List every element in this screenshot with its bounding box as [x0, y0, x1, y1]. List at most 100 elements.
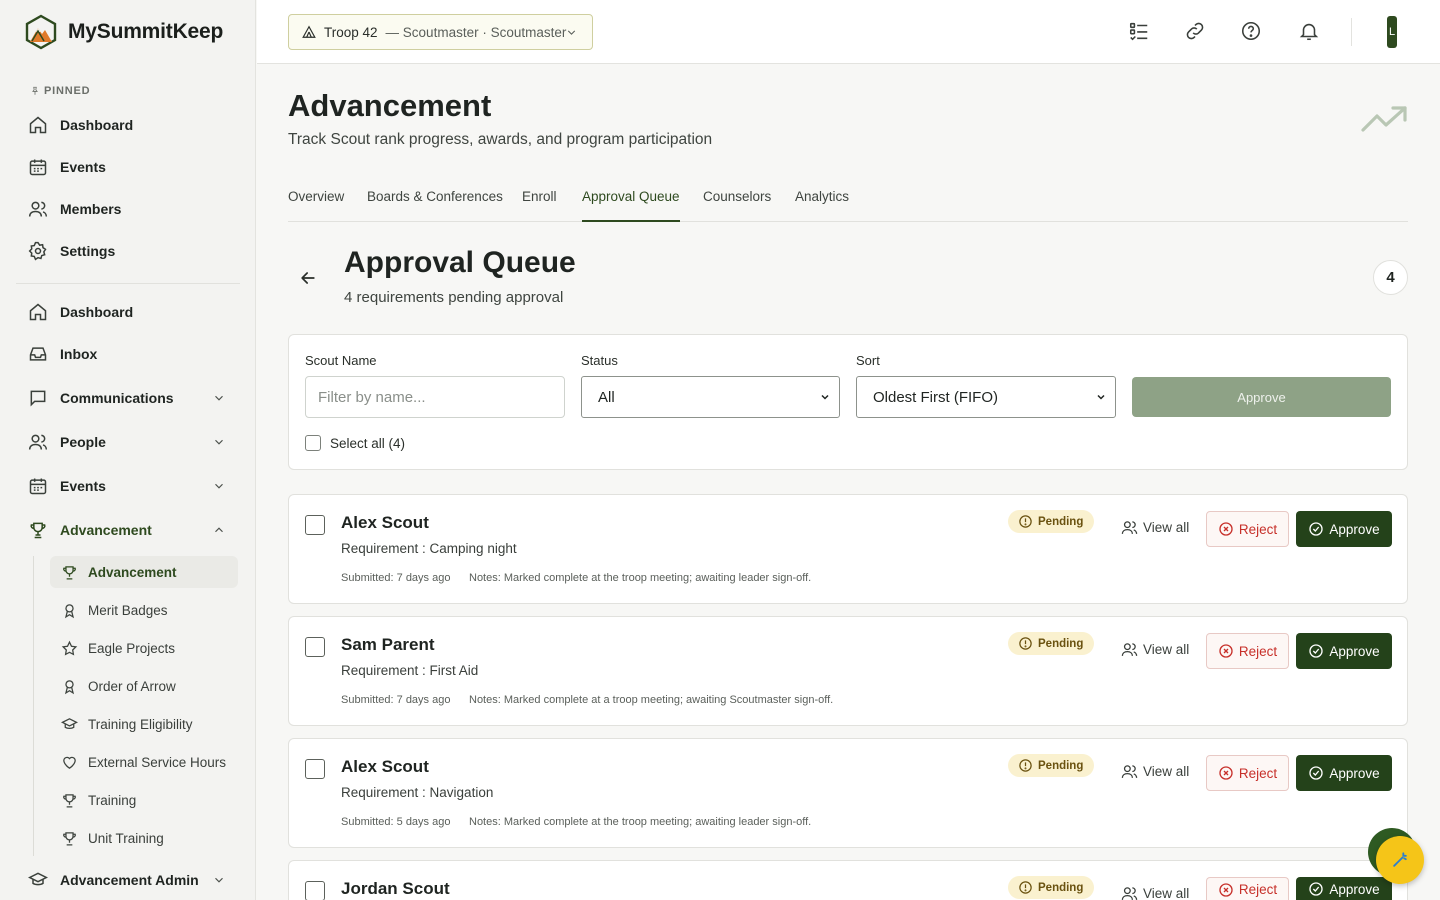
feedback-fab-button[interactable] [1376, 836, 1424, 884]
inbox-icon [29, 347, 47, 361]
sidebar-item-dashboard[interactable]: Dashboard [28, 297, 238, 327]
trophy-icon [30, 522, 46, 539]
queue-title: Approval Queue [344, 246, 576, 279]
troop-selector[interactable]: Troop 42 — Scoutmaster · Scoutmaster [288, 14, 593, 50]
sidebar-subitem-eagle-projects[interactable]: Eagle Projects [50, 632, 238, 664]
tent-icon [302, 25, 316, 38]
users-icon [28, 434, 48, 450]
status-badge: Pending [1008, 876, 1095, 899]
reject-button[interactable]: Reject [1206, 511, 1289, 547]
pinned-item-events[interactable]: Events [28, 152, 238, 182]
request-checkbox[interactable] [305, 637, 325, 657]
notes-text: Notes: Marked complete at a troop meetin… [469, 694, 834, 706]
approve-button[interactable]: Approve [1296, 877, 1392, 900]
users-icon [1121, 521, 1138, 534]
view-all-link[interactable]: View all [1121, 885, 1189, 900]
pin-icon [32, 86, 38, 95]
graduation-cap-icon [28, 872, 48, 886]
status-select[interactable]: All [581, 376, 840, 418]
reject-button[interactable]: Reject [1206, 755, 1289, 791]
submitted-text: Submitted: 5 days ago [341, 816, 451, 828]
reject-button[interactable]: Reject [1206, 633, 1289, 669]
sidebar-item-communications[interactable]: Communications [28, 383, 238, 413]
chevron-down-icon [215, 439, 223, 445]
approve-button[interactable]: Approve [1296, 633, 1392, 669]
sidebar: MySummitKeep PINNED Dashboard Events Mem… [0, 0, 256, 900]
calendar-icon [29, 159, 47, 176]
tab-approval-queue[interactable]: Approval Queue [582, 189, 680, 222]
home-icon [29, 303, 47, 321]
link-icon[interactable] [1184, 20, 1206, 42]
brand[interactable]: MySummitKeep [24, 14, 223, 50]
sidebar-item-advancement[interactable]: Advancement [28, 515, 238, 545]
approve-button[interactable]: Approve [1296, 511, 1392, 547]
chevron-down-icon [567, 29, 576, 35]
sidebar-subitem-training-eligibility[interactable]: Training Eligibility [50, 708, 238, 740]
alert-circle-icon [1019, 515, 1032, 528]
view-all-link[interactable]: View all [1121, 763, 1189, 780]
checkbox[interactable] [305, 435, 321, 451]
checklist-icon[interactable] [1128, 20, 1150, 42]
sidebar-subitem-advancement[interactable]: Advancement [50, 556, 238, 588]
topbar: Troop 42 — Scoutmaster · Scoutmaster L [257, 0, 1440, 64]
scout-name: Sam Parent [341, 635, 435, 654]
x-circle-icon [1219, 766, 1233, 780]
users-icon [1121, 643, 1138, 656]
sort-label: Sort [856, 353, 880, 368]
trending-up-icon [1361, 106, 1407, 132]
users-icon [1121, 887, 1138, 900]
approve-selected-button[interactable]: Approve [1132, 377, 1391, 417]
request-checkbox[interactable] [305, 759, 325, 779]
tab-counselors[interactable]: Counselors [703, 189, 771, 222]
view-all-link[interactable]: View all [1121, 641, 1189, 658]
pinned-item-members[interactable]: Members [28, 194, 238, 224]
check-circle-icon [1309, 522, 1324, 536]
scout-name-input[interactable] [305, 376, 565, 418]
view-all-link[interactable]: View all [1121, 519, 1189, 536]
select-all-checkbox[interactable]: Select all (4) [305, 435, 405, 451]
graduation-cap-icon [61, 717, 78, 729]
gear-icon [28, 241, 47, 261]
request-checkbox[interactable] [305, 881, 325, 900]
sidebar-item-people[interactable]: People [28, 427, 238, 457]
pinned-item-dashboard[interactable]: Dashboard [28, 110, 238, 140]
tab-analytics[interactable]: Analytics [795, 189, 849, 222]
check-circle-icon [1309, 766, 1324, 780]
request-card: Sam Parent Requirement : First Aid Submi… [288, 616, 1408, 726]
sidebar-item-advancement-admin[interactable]: Advancement Admin [28, 865, 238, 895]
sidebar-item-inbox[interactable]: Inbox [28, 339, 238, 369]
heart-icon [63, 756, 76, 769]
sort-select[interactable]: Oldest First (FIFO) [856, 376, 1116, 418]
avatar[interactable]: L [1387, 16, 1397, 48]
sidebar-subitem-merit-badges[interactable]: Merit Badges [50, 594, 238, 626]
brand-name: MySummitKeep [68, 20, 224, 43]
troop-name: Troop 42 [324, 24, 378, 40]
approve-button[interactable]: Approve [1296, 755, 1392, 791]
requirement-text: Requirement : Camping night [341, 541, 517, 556]
queue-subtitle: 4 requirements pending approval [344, 289, 564, 306]
x-circle-icon [1219, 522, 1233, 536]
sidebar-subitem-training[interactable]: Training [50, 784, 238, 816]
notes-text: Notes: Marked complete at the troop meet… [469, 816, 812, 828]
scout-name: Jordan Scout [341, 879, 450, 898]
wand-icon [1393, 852, 1407, 867]
sidebar-subitem-unit-training[interactable]: Unit Training [50, 822, 238, 854]
bell-icon[interactable] [1298, 20, 1320, 42]
help-icon[interactable] [1240, 20, 1262, 42]
award-icon [64, 603, 75, 618]
tab-boards-conferences[interactable]: Boards & Conferences [367, 189, 503, 222]
pinned-item-settings[interactable]: Settings [28, 236, 238, 266]
request-checkbox[interactable] [305, 515, 325, 535]
reject-button[interactable]: Reject [1206, 877, 1289, 900]
tab-overview[interactable]: Overview [288, 189, 344, 222]
chevron-down-icon [1097, 394, 1105, 400]
award-icon [64, 679, 75, 694]
sidebar-subitem-external-service-hours[interactable]: External Service Hours [50, 746, 238, 778]
sidebar-subitem-order-of-arrow[interactable]: Order of Arrow [50, 670, 238, 702]
filter-card: Scout Name Status All Sort Oldest First … [288, 334, 1408, 470]
arrow-left-icon[interactable] [298, 268, 318, 288]
tab-enroll[interactable]: Enroll [522, 189, 557, 222]
trophy-icon [63, 831, 76, 846]
sidebar-item-events[interactable]: Events [28, 471, 238, 501]
notes-text: Notes: Marked complete at the troop meet… [469, 572, 812, 584]
